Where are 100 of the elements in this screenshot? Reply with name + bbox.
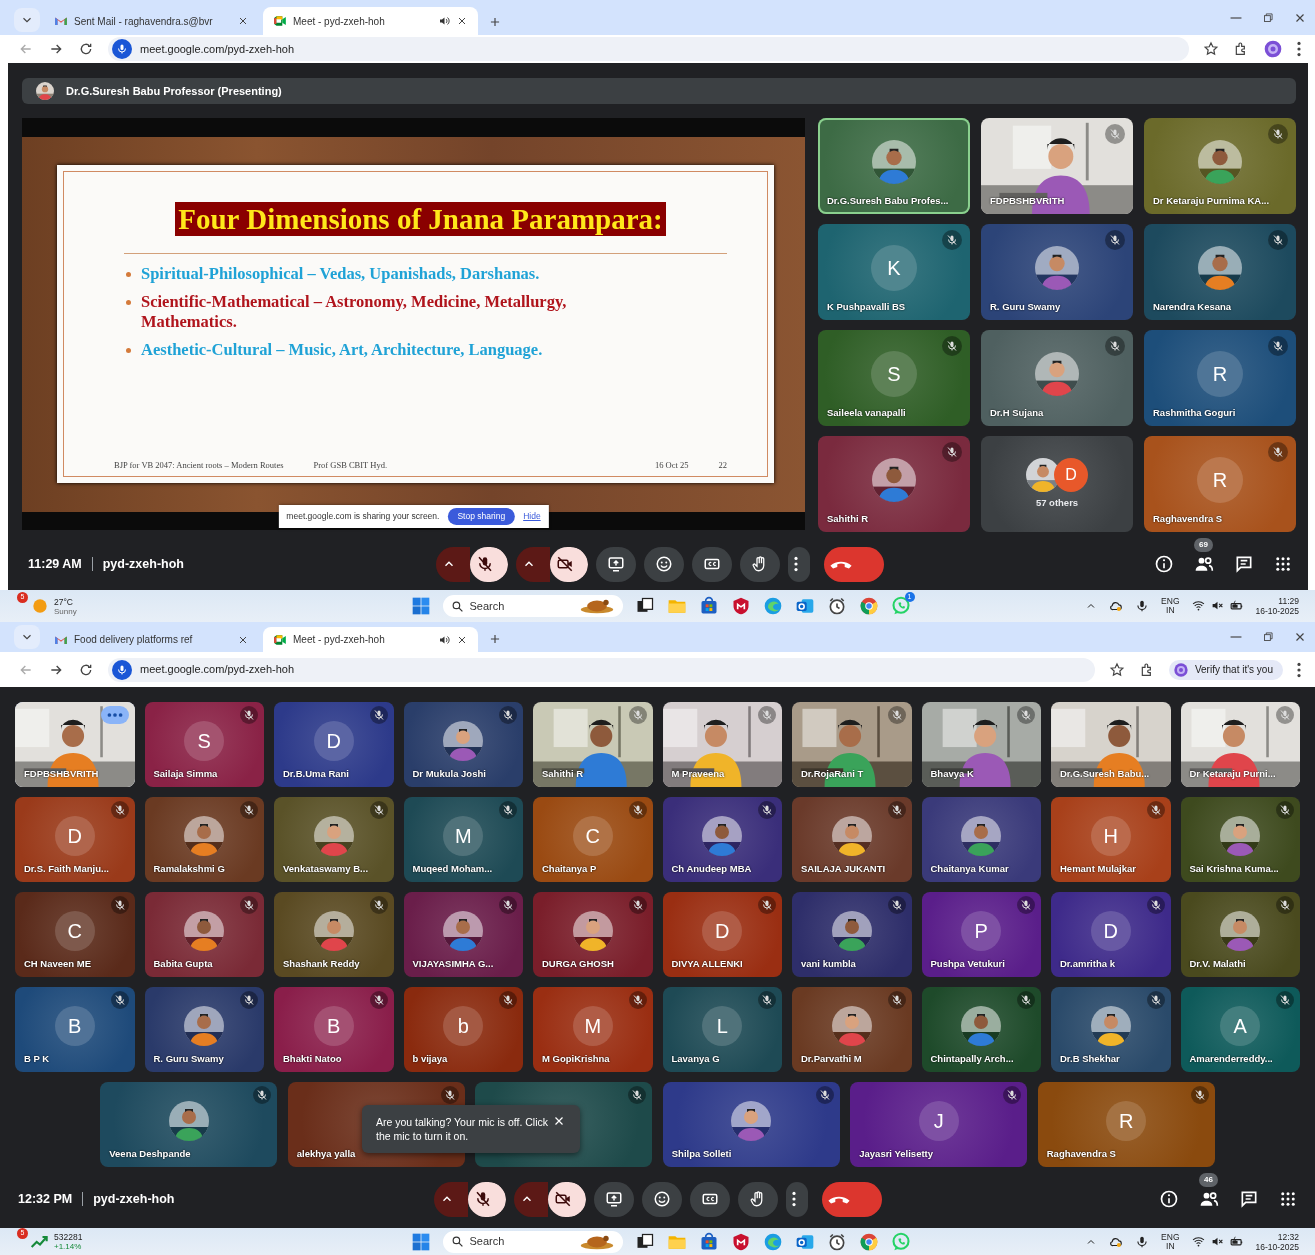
participant-name: Dr.B Shekhar bbox=[1060, 1051, 1120, 1066]
browser-tab[interactable]: Meet - pyd-zxeh-hoh bbox=[263, 627, 478, 652]
participant-name: Ch Anudeep MBA bbox=[671, 861, 752, 876]
participant-count: 69 bbox=[1194, 538, 1213, 552]
participant-name: M Praveena bbox=[671, 766, 725, 781]
language-text[interactable]: IN bbox=[1161, 1241, 1180, 1251]
participant-name: VIJAYASIMHA G... bbox=[412, 956, 494, 971]
clock-time[interactable]: 11:29 bbox=[1255, 596, 1299, 606]
participant-name: Muqeed Moham... bbox=[412, 861, 493, 876]
language-text[interactable]: IN bbox=[1161, 606, 1180, 615]
participant-name: Sailaja Simma bbox=[153, 766, 218, 781]
address-field[interactable]: meet.google.com/pyd-zxeh-hoh bbox=[108, 37, 1189, 61]
avatar: M bbox=[572, 1005, 613, 1046]
meeting-code: pyd-zxeh-hoh bbox=[102, 555, 184, 573]
participant-name: Raghavendra S bbox=[1153, 511, 1223, 526]
participant-name: Rashmitha Goguri bbox=[1153, 405, 1236, 420]
participant-name: Dr.G.Suresh Babu Profes... bbox=[827, 193, 949, 208]
avatar: R bbox=[1106, 1100, 1147, 1141]
tooltip-text: Are you talking? Your mic is off. Click the mic to turn it on. bbox=[376, 1116, 548, 1142]
participant-name: Chintapally Arch... bbox=[930, 1051, 1014, 1066]
avatar: C bbox=[54, 910, 95, 951]
widget-text: +1.14% bbox=[54, 1242, 83, 1251]
participant-name: Bhavya K bbox=[930, 766, 974, 781]
avatar: B bbox=[313, 1005, 354, 1046]
taskbar-search[interactable]: Search bbox=[442, 1230, 623, 1253]
verify-chip[interactable]: Verify that it's you bbox=[1168, 659, 1283, 680]
widget-text: 532281 bbox=[54, 1232, 83, 1242]
language-text[interactable]: ENG bbox=[1161, 1232, 1180, 1242]
avatar: b bbox=[443, 1005, 484, 1046]
url-text: meet.google.com/pyd-zxeh-hoh bbox=[140, 41, 295, 57]
avatar: R bbox=[1197, 457, 1243, 503]
participant-name: Shilpa Solleti bbox=[671, 1146, 732, 1161]
participant-name: Lavanya G bbox=[671, 1051, 720, 1066]
participant-name: FDPBSHBVRITH bbox=[24, 766, 99, 781]
participant-name: Babita Gupta bbox=[153, 956, 213, 971]
participant-name: Dr.amritha k bbox=[1060, 956, 1115, 971]
language-text[interactable]: ENG bbox=[1161, 597, 1180, 606]
participant-name: DURGA GHOSH bbox=[542, 956, 614, 971]
avatar: K bbox=[871, 245, 917, 291]
widget-text: Sunny bbox=[54, 606, 77, 616]
participant-name: Chaitanya P bbox=[542, 861, 597, 876]
avatar: P bbox=[961, 910, 1002, 951]
avatar: S bbox=[871, 351, 917, 397]
tab-title: Meet - pyd-zxeh-hoh bbox=[293, 633, 386, 647]
others-count: 57 others bbox=[1035, 495, 1079, 510]
stop-sharing-button[interactable]: Stop sharing bbox=[447, 508, 516, 525]
participant-count: 46 bbox=[1199, 1173, 1218, 1187]
hide-link[interactable]: Hide bbox=[523, 510, 541, 523]
search-label: Search bbox=[469, 1234, 506, 1250]
tab-title: Meet - pyd-zxeh-hoh bbox=[293, 14, 386, 29]
participant-name: Shashank Reddy bbox=[283, 956, 360, 971]
avatar: D bbox=[1090, 910, 1131, 951]
browser-tab[interactable]: Food delivery platforms ref bbox=[44, 627, 259, 652]
participant-name: Dr.S. Faith Manju... bbox=[24, 861, 109, 876]
participant-name: Bhakti Natoo bbox=[283, 1051, 342, 1066]
sharing-message: meet.google.com is sharing your screen. bbox=[286, 510, 440, 523]
participant-name: Sahithi R bbox=[542, 766, 584, 781]
participant-name: Raghavendra S bbox=[1046, 1146, 1116, 1161]
browser-tab[interactable]: Meet - pyd-zxeh-hoh bbox=[263, 7, 478, 35]
participant-name: Saileela vanapalli bbox=[827, 405, 906, 420]
participant-name: Hemant Mulajkar bbox=[1060, 861, 1137, 876]
participant-name: Jayasri Yelisetty bbox=[859, 1146, 934, 1161]
participant-name: K Pushpavalli BS bbox=[827, 299, 906, 314]
clock-date[interactable]: 16-10-2025 bbox=[1255, 606, 1299, 616]
avatar: L bbox=[702, 1005, 743, 1046]
participant-name: Narendra Kesana bbox=[1153, 299, 1232, 314]
participant-name: Veena Deshpande bbox=[109, 1146, 191, 1161]
slide-title: Four Dimensions of Jnana Parampara: bbox=[175, 202, 666, 236]
participant-name: Dr.H Sujana bbox=[990, 405, 1044, 420]
taskbar-search[interactable]: Search bbox=[442, 595, 623, 617]
slide-footer: Prof GSB CBIT Hyd. bbox=[313, 459, 388, 472]
avatar: J bbox=[918, 1100, 959, 1141]
search-label: Search bbox=[469, 598, 506, 614]
participant-name: FDPBSHBVRITH bbox=[990, 193, 1065, 208]
participant-name: Dr Mukula Joshi bbox=[412, 766, 486, 781]
avatar: A bbox=[1220, 1005, 1261, 1046]
tab-title: Sent Mail - raghavendra.s@bvr bbox=[74, 14, 214, 29]
tab-title: Food delivery platforms ref bbox=[74, 633, 194, 647]
avatar: H bbox=[1090, 815, 1131, 856]
avatar: R bbox=[1197, 351, 1243, 397]
clock-date[interactable]: 16-10-2025 bbox=[1255, 1241, 1299, 1252]
participant-name: Dr.V. Malathi bbox=[1189, 956, 1246, 971]
meeting-time: 11:29 AM bbox=[28, 555, 82, 573]
avatar: D bbox=[1054, 457, 1088, 492]
participant-name: R. Guru Swamy bbox=[153, 1051, 224, 1066]
participant-name: b vijaya bbox=[412, 1051, 448, 1066]
bullet-text: Aesthetic-Cultural – Music, Art, Architecture, Language. bbox=[141, 340, 543, 360]
avatar: D bbox=[313, 720, 354, 761]
meeting-code: pyd-zxeh-hoh bbox=[93, 1190, 175, 1208]
chip-label: Verify that it's you bbox=[1194, 663, 1273, 677]
participant-name: vani kumbla bbox=[801, 956, 856, 971]
browser-tab[interactable]: Sent Mail - raghavendra.s@bvr bbox=[44, 7, 259, 35]
participant-name: Amarenderreddy... bbox=[1189, 1051, 1273, 1066]
address-field[interactable]: meet.google.com/pyd-zxeh-hoh bbox=[108, 657, 1095, 682]
clock-time[interactable]: 12:32 bbox=[1255, 1231, 1299, 1242]
avatar: B bbox=[54, 1005, 95, 1046]
slide-footer: BJP for VB 2047: Ancient roots – Modern Routes bbox=[114, 459, 284, 472]
widget-text: 27°C bbox=[54, 596, 74, 607]
participant-name: Pushpa Vetukuri bbox=[930, 956, 1005, 971]
participant-name: Venkataswamy B... bbox=[283, 861, 369, 876]
